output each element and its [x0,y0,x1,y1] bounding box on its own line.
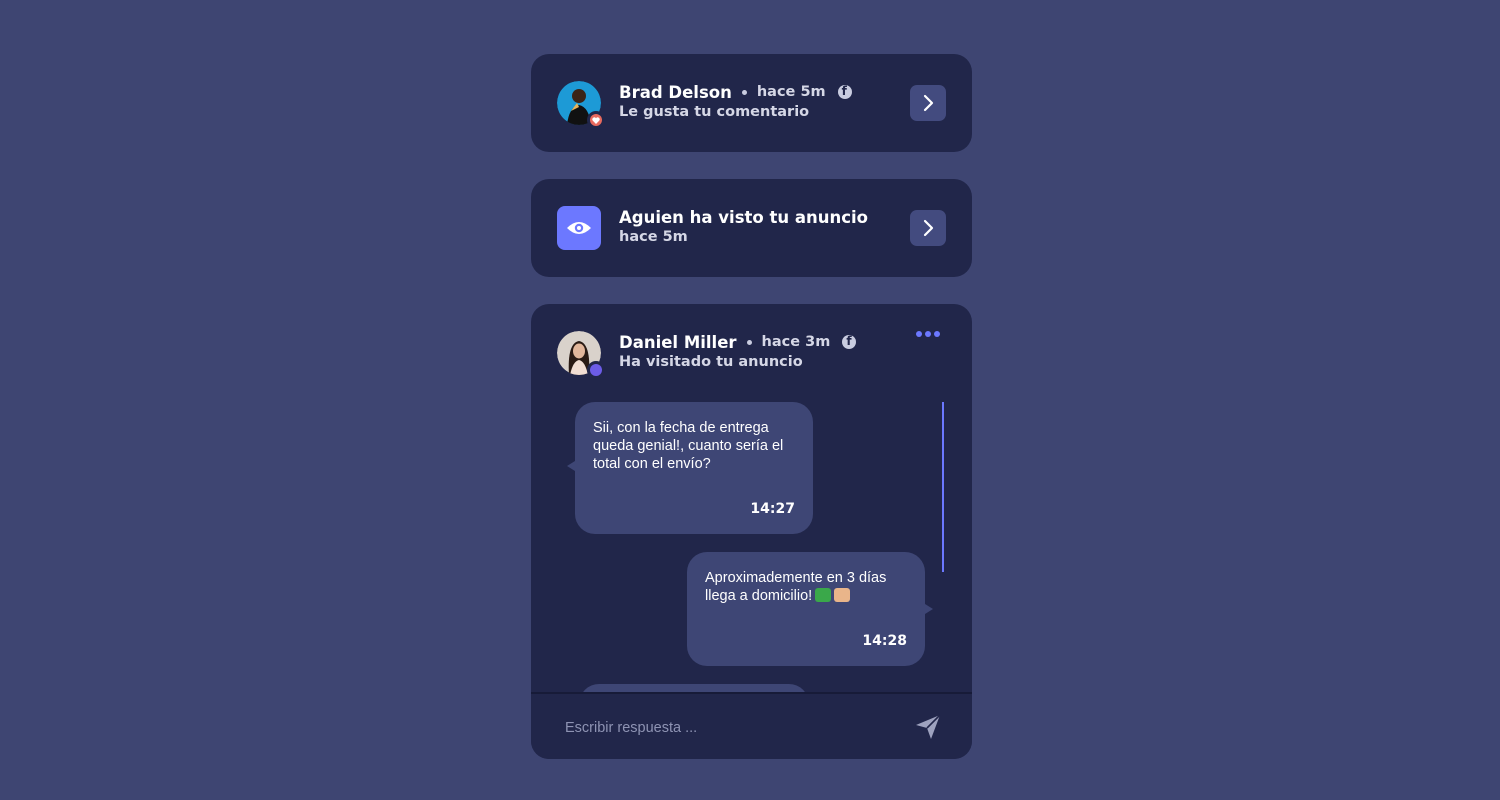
separator-dot [741,89,747,95]
message-bubble-sent: Aproximademente en 3 días llega a domici… [687,552,933,666]
message-text: Sii, con la fecha de entrega queda genia… [593,420,784,472]
message-thread[interactable]: Sii, con la fecha de entrega queda genia… [531,402,972,724]
reply-bar [531,692,972,759]
chevron-right-icon [923,219,934,237]
notification-stack: Brad Delson hace 5m f Le gusta tu coment… [531,54,972,759]
timestamp: hace 3m [761,334,831,350]
user-name[interactable]: Daniel Miller [619,333,737,352]
separator-dot [746,339,752,345]
message-time: 14:28 [862,633,907,649]
facebook-icon: f [837,84,852,99]
message-time: 14:27 [750,501,795,517]
message-bubble-received: Sii, con la fecha de entrega queda genia… [567,402,813,534]
eye-icon [557,206,601,250]
notification-title: Aguien ha visto tu anuncio [619,207,869,227]
avatar[interactable] [557,331,605,379]
facebook-icon: f [842,334,857,349]
reply-input[interactable] [565,716,905,740]
heart-badge [587,111,605,129]
timestamp: hace 5m [756,84,826,100]
open-notification-button[interactable] [910,210,946,246]
package-emoji [834,588,851,602]
chat-subtitle: Ha visitado tu anuncio [619,354,803,370]
notification-card-view[interactable]: Aguien ha visto tu anuncio hace 5m [531,179,972,277]
truck-emoji [815,588,832,602]
chat-header-text: Daniel Miller hace 3m f Ha visitado tu a… [619,331,857,370]
user-name[interactable]: Brad Delson [619,83,732,102]
open-notification-button[interactable] [910,85,946,121]
chat-card: Daniel Miller hace 3m f Ha visitado tu a… [531,304,972,759]
notification-subtitle: Le gusta tu comentario [619,104,810,120]
avatar[interactable] [557,81,605,129]
notification-card-like[interactable]: Brad Delson hace 5m f Le gusta tu coment… [531,54,972,152]
notification-text: Brad Delson hace 5m f Le gusta tu coment… [619,81,852,120]
send-icon[interactable] [914,713,942,741]
message-text: Aproximademente en 3 días llega a domici… [705,570,887,604]
timestamp: hace 5m [619,229,688,245]
chevron-right-icon [923,94,934,112]
scrollbar-thumb[interactable] [942,402,944,572]
heart-icon [592,116,600,124]
status-badge [587,361,605,379]
notification-text: Aguien ha visto tu anuncio hace 5m [619,206,869,246]
more-options-icon[interactable] [916,331,940,337]
scrollbar[interactable] [942,402,944,692]
